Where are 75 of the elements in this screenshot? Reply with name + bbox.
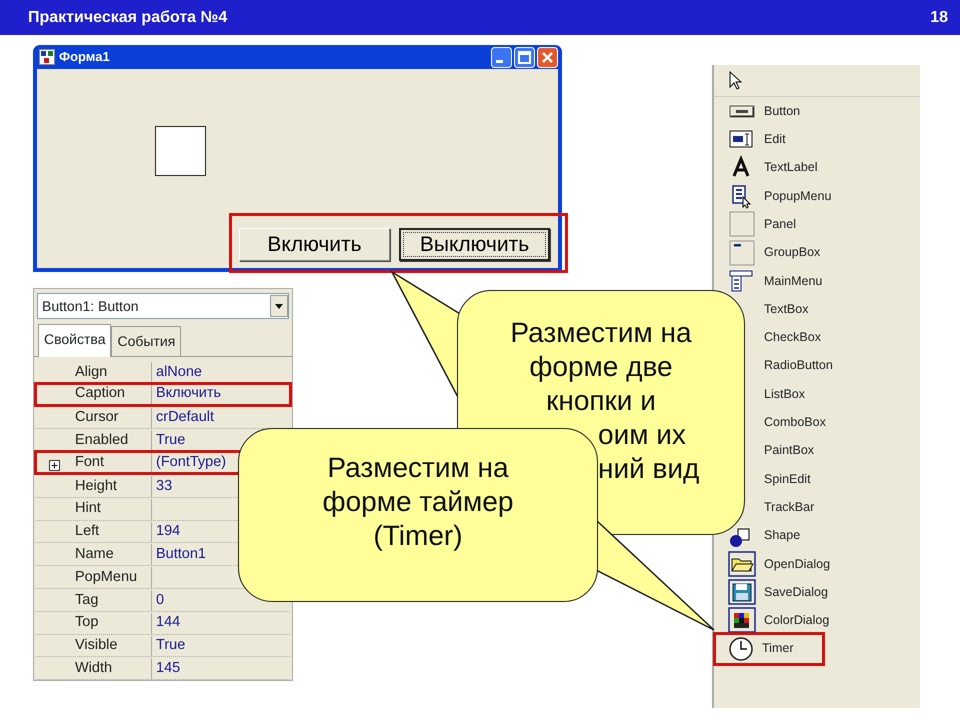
- palette-item[interactable]: SpinEdit: [764, 470, 811, 488]
- property-row[interactable]: Align alNone: [34, 359, 292, 384]
- form-button[interactable]: Выключить: [399, 228, 550, 261]
- property-name: Name: [75, 544, 114, 564]
- palette-item[interactable]: PaintBox: [764, 441, 814, 460]
- palette-item[interactable]: Button: [764, 102, 800, 121]
- property-name: Align: [75, 362, 108, 382]
- property-name: Width: [75, 658, 112, 678]
- palette-item[interactable]: ComboBox: [764, 413, 826, 432]
- pointer-icon[interactable]: [728, 70, 742, 90]
- color-grid-icon[interactable]: [728, 607, 756, 634]
- callout-text: ний вид: [598, 452, 700, 486]
- callout-text: оим их: [598, 418, 686, 452]
- property-name: PopMenu: [75, 568, 138, 587]
- callout-text: форме две: [529, 350, 673, 384]
- folder-icon[interactable]: [728, 550, 756, 577]
- property-value: 33: [155, 476, 172, 496]
- palette-item[interactable]: Edit: [764, 130, 786, 149]
- property-value: 194: [155, 522, 180, 542]
- property-value: 144: [155, 613, 180, 632]
- property-name: Top: [75, 613, 98, 632]
- property-value: True: [155, 636, 186, 656]
- property-row[interactable]: Visible True: [34, 632, 292, 658]
- window-title: Форма1: [59, 48, 111, 66]
- palette-item[interactable]: CheckBox: [764, 328, 821, 347]
- palette-item[interactable]: RadioButton: [764, 356, 833, 376]
- property-row[interactable]: Caption Включить: [34, 382, 292, 407]
- page-number: 18: [930, 8, 948, 28]
- maximize-button[interactable]: [514, 46, 535, 68]
- shape-square: [155, 126, 206, 176]
- callout-text: Разместим на форме таймер (Timer): [322, 451, 514, 553]
- property-value: 0: [155, 590, 164, 610]
- palette-item[interactable]: Panel: [764, 214, 796, 234]
- property-name: Enabled: [75, 430, 128, 450]
- property-row[interactable]: Top 144: [34, 610, 292, 635]
- palette-item[interactable]: Shape: [764, 526, 800, 545]
- property-name: Hint: [75, 499, 101, 518]
- callout-text: Разместим на: [510, 316, 692, 350]
- palette-item[interactable]: MainMenu: [764, 272, 822, 290]
- palette-item[interactable]: SaveDialog: [764, 582, 828, 602]
- palette-item[interactable]: TextLabel: [764, 158, 818, 178]
- expand-icon[interactable]: [49, 460, 60, 472]
- palette-item[interactable]: GroupBox: [764, 243, 820, 262]
- property-value: 145: [155, 658, 180, 678]
- property-value: True: [155, 430, 186, 450]
- property-row[interactable]: Width 145: [34, 655, 292, 680]
- palette-item[interactable]: OpenDialog: [764, 554, 830, 574]
- property-name: Height: [75, 476, 117, 496]
- palette-item[interactable]: ListBox: [764, 384, 805, 404]
- property-name: Tag: [75, 590, 98, 610]
- callout-text: кнопки и: [546, 384, 656, 418]
- property-value: Button1: [155, 544, 206, 564]
- slide-title: Практическая работа №4: [28, 8, 228, 28]
- tab[interactable]: Свойства: [38, 324, 112, 357]
- group-box-icon[interactable]: [728, 240, 756, 266]
- palette-item[interactable]: TrackBar: [764, 498, 814, 517]
- object-dropdown[interactable]: Button1: Button: [37, 293, 289, 319]
- property-name: Caption: [75, 384, 125, 404]
- form-button[interactable]: Включить: [239, 228, 390, 261]
- palette-item[interactable]: Timer: [762, 639, 794, 658]
- property-name: Font: [75, 452, 104, 472]
- minimize-button[interactable]: [491, 46, 512, 68]
- app-icon: [39, 49, 55, 65]
- palette-item[interactable]: PopupMenu: [764, 186, 832, 206]
- property-name: Visible: [75, 636, 118, 656]
- property-name: Cursor: [75, 408, 119, 428]
- property-value: (FontType): [155, 452, 226, 472]
- palette-item[interactable]: ColorDialog: [764, 611, 830, 630]
- property-name: Left: [75, 522, 100, 542]
- palette-item[interactable]: TextBox: [764, 300, 808, 319]
- property-value: crDefault: [155, 408, 214, 428]
- close-button[interactable]: [537, 46, 558, 68]
- property-value: alNone: [155, 362, 202, 382]
- tab[interactable]: События: [111, 326, 182, 356]
- property-value: Включить: [155, 384, 222, 404]
